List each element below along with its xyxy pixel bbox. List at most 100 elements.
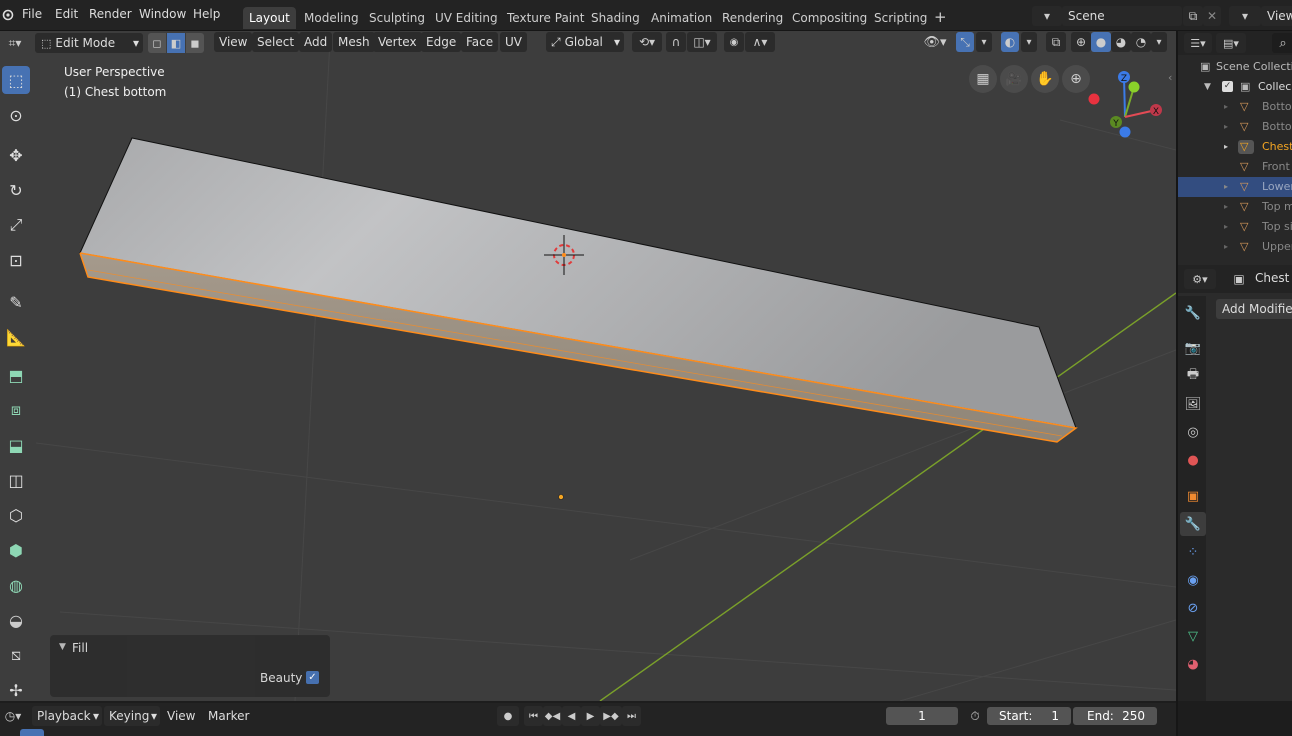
tab-scripting[interactable]: Scripting — [868, 7, 933, 29]
preview-range-icon[interactable]: ⏱ — [966, 707, 984, 725]
outliner-collection[interactable]: ▼ ✓ ▣ Collec — [1178, 77, 1292, 97]
overlay-toggle-icon[interactable]: ◐ — [1001, 32, 1019, 52]
jump-end-icon[interactable]: ⏭ — [622, 706, 641, 726]
expand-arrow-icon[interactable]: ▼ — [1204, 77, 1211, 97]
scene-browse-icon[interactable]: ▾ — [1032, 6, 1062, 26]
jump-start-icon[interactable]: ⏮ — [524, 706, 543, 726]
sidebar-toggle-icon[interactable]: ‹ — [1168, 71, 1172, 84]
view-layer-properties-icon[interactable]: 🖼 — [1182, 393, 1204, 415]
vertex-select-icon[interactable]: ◻ — [148, 33, 166, 53]
blender-logo-icon[interactable] — [2, 8, 14, 24]
header-menu-face[interactable]: Face — [461, 32, 499, 52]
wireframe-shading-icon[interactable]: ⊕ — [1071, 32, 1091, 52]
gizmo-menu-icon[interactable]: ▾ — [976, 32, 992, 52]
menu-file[interactable]: File — [22, 7, 42, 21]
new-scene-icon[interactable]: ⧉ — [1183, 6, 1203, 26]
expand-arrow-icon[interactable]: ▸ — [1224, 177, 1228, 197]
output-properties-icon[interactable]: 🖶 — [1182, 365, 1204, 387]
timeline-editor-type-icon[interactable]: ◷▾ — [0, 706, 26, 726]
object-properties-icon[interactable]: ▣ — [1182, 485, 1204, 507]
toggle-perspective-icon[interactable]: ▦ — [969, 65, 997, 93]
extrude-tool-icon[interactable]: ⬒ — [2, 361, 30, 389]
modifier-properties-icon[interactable]: 🔧 — [1180, 512, 1206, 536]
menu-render[interactable]: Render — [89, 7, 132, 21]
material-shading-icon[interactable]: ◕ — [1111, 32, 1131, 52]
pivot-point-icon[interactable]: ⟲▾ — [632, 32, 662, 52]
outliner-item[interactable]: ▸ ▽ Top m — [1178, 197, 1292, 217]
expand-arrow-icon[interactable]: ▸ — [1224, 217, 1228, 237]
inset-tool-icon[interactable]: ⧈ — [2, 396, 30, 424]
properties-editor-type-icon[interactable]: ⚙▾ — [1184, 269, 1216, 289]
timeline-playhead[interactable] — [20, 729, 44, 736]
cursor-tool-icon[interactable]: ⊙ — [2, 101, 30, 129]
physics-properties-icon[interactable]: ◉ — [1182, 569, 1204, 591]
outliner-item[interactable]: ▽ Front — [1178, 157, 1292, 177]
outliner-item[interactable]: ▸ ▽ Upper — [1178, 237, 1292, 257]
knife-tool-icon[interactable]: ⬡ — [2, 501, 30, 529]
transform-tool-icon[interactable]: ⊡ — [2, 246, 30, 274]
menu-help[interactable]: Help — [193, 7, 220, 21]
rotate-tool-icon[interactable]: ↻ — [2, 176, 30, 204]
select-box-tool-icon[interactable]: ⬚ — [2, 66, 30, 94]
face-select-icon[interactable]: ◼ — [186, 33, 204, 53]
gizmo-toggle-icon[interactable]: ⤡ — [956, 32, 974, 52]
playback-dropdown[interactable]: Playback ▾ — [32, 706, 102, 726]
tab-shading[interactable]: Shading — [585, 7, 646, 29]
tab-sculpting[interactable]: Sculpting — [363, 7, 431, 29]
fill-panel-title[interactable]: Fill — [72, 641, 88, 655]
particle-properties-icon[interactable]: ⁘ — [1182, 541, 1204, 563]
current-frame-field[interactable]: 1 — [886, 707, 958, 725]
delete-scene-icon[interactable]: ✕ — [1203, 6, 1221, 26]
edge-select-icon[interactable]: ◧ — [167, 33, 185, 53]
tab-modeling[interactable]: Modeling — [298, 7, 365, 29]
outliner-item-active[interactable]: ▸ ▽ Chest — [1178, 137, 1292, 157]
rip-tool-icon[interactable]: ✢ — [2, 676, 30, 704]
tab-layout[interactable]: Layout — [243, 7, 296, 29]
expand-arrow-icon[interactable]: ▸ — [1224, 137, 1228, 157]
timeline-menu-marker[interactable]: Marker — [203, 706, 254, 726]
header-menu-uv[interactable]: UV — [500, 32, 527, 52]
bevel-tool-icon[interactable]: ⬓ — [2, 431, 30, 459]
menu-edit[interactable]: Edit — [55, 7, 78, 21]
move-tool-icon[interactable]: ✥ — [2, 141, 30, 169]
play-icon[interactable]: ▶ — [581, 706, 600, 726]
outliner-item[interactable]: ▸ ▽ Bottor — [1178, 117, 1292, 137]
rendered-shading-icon[interactable]: ◔ — [1131, 32, 1151, 52]
xray-toggle-icon[interactable]: ⧉ — [1046, 32, 1066, 52]
viewport-3d[interactable]: User Perspective (1) Chest bottom ▦ 🎥 ✋ … — [0, 31, 1176, 701]
render-properties-icon[interactable]: 📷 — [1182, 337, 1204, 359]
header-menu-select[interactable]: Select — [252, 32, 300, 52]
orientation-dropdown[interactable]: ⤢ Global ▾ — [546, 32, 624, 52]
outliner-editor-type-icon[interactable]: ☰▾ — [1184, 33, 1212, 53]
header-menu-add[interactable]: Add — [299, 32, 333, 52]
menu-window[interactable]: Window — [139, 7, 186, 21]
overlay-menu-icon[interactable]: ▾ — [1021, 32, 1037, 52]
smooth-tool-icon[interactable]: ◒ — [2, 606, 30, 634]
mode-dropdown[interactable]: ⬚ Edit Mode ▾ — [35, 33, 143, 53]
navigation-gizmo[interactable]: Z X Y — [1080, 67, 1170, 147]
annotate-tool-icon[interactable]: ✎ — [2, 288, 30, 316]
falloff-icon[interactable]: ∧▾ — [745, 32, 775, 52]
shading-menu-icon[interactable]: ▾ — [1151, 32, 1167, 52]
expand-arrow-icon[interactable]: ▸ — [1224, 197, 1228, 217]
play-reverse-icon[interactable]: ◀ — [562, 706, 581, 726]
outliner-item-selected[interactable]: ▸ ▽ Lower — [1178, 177, 1292, 197]
header-menu-mesh[interactable]: Mesh — [333, 32, 375, 52]
keying-dropdown[interactable]: Keying ▾ — [104, 706, 160, 726]
next-keyframe-icon[interactable]: ▶◆ — [600, 706, 622, 726]
record-icon[interactable]: ● — [497, 706, 519, 726]
constraint-properties-icon[interactable]: ⊘ — [1182, 597, 1204, 619]
expand-arrow-icon[interactable]: ▸ — [1224, 97, 1228, 117]
expand-arrow-icon[interactable]: ▸ — [1224, 117, 1228, 137]
start-frame-field[interactable]: Start: 1 — [987, 707, 1071, 725]
chest-bottom-mesh[interactable] — [79, 137, 1078, 443]
display-mode-icon[interactable]: ▤▾ — [1216, 33, 1246, 53]
outliner-item[interactable]: ▸ ▽ Bottor — [1178, 97, 1292, 117]
header-menu-vertex[interactable]: Vertex — [373, 32, 422, 52]
header-menu-view[interactable]: View — [214, 32, 253, 52]
material-properties-icon[interactable]: ◕ — [1182, 653, 1204, 675]
outliner-item[interactable]: ▸ ▽ Top si — [1178, 217, 1292, 237]
camera-view-icon[interactable]: 🎥 — [1000, 65, 1028, 93]
search-icon[interactable]: ⌕ — [1272, 33, 1292, 53]
scene-properties-icon[interactable]: ◎ — [1182, 421, 1204, 443]
